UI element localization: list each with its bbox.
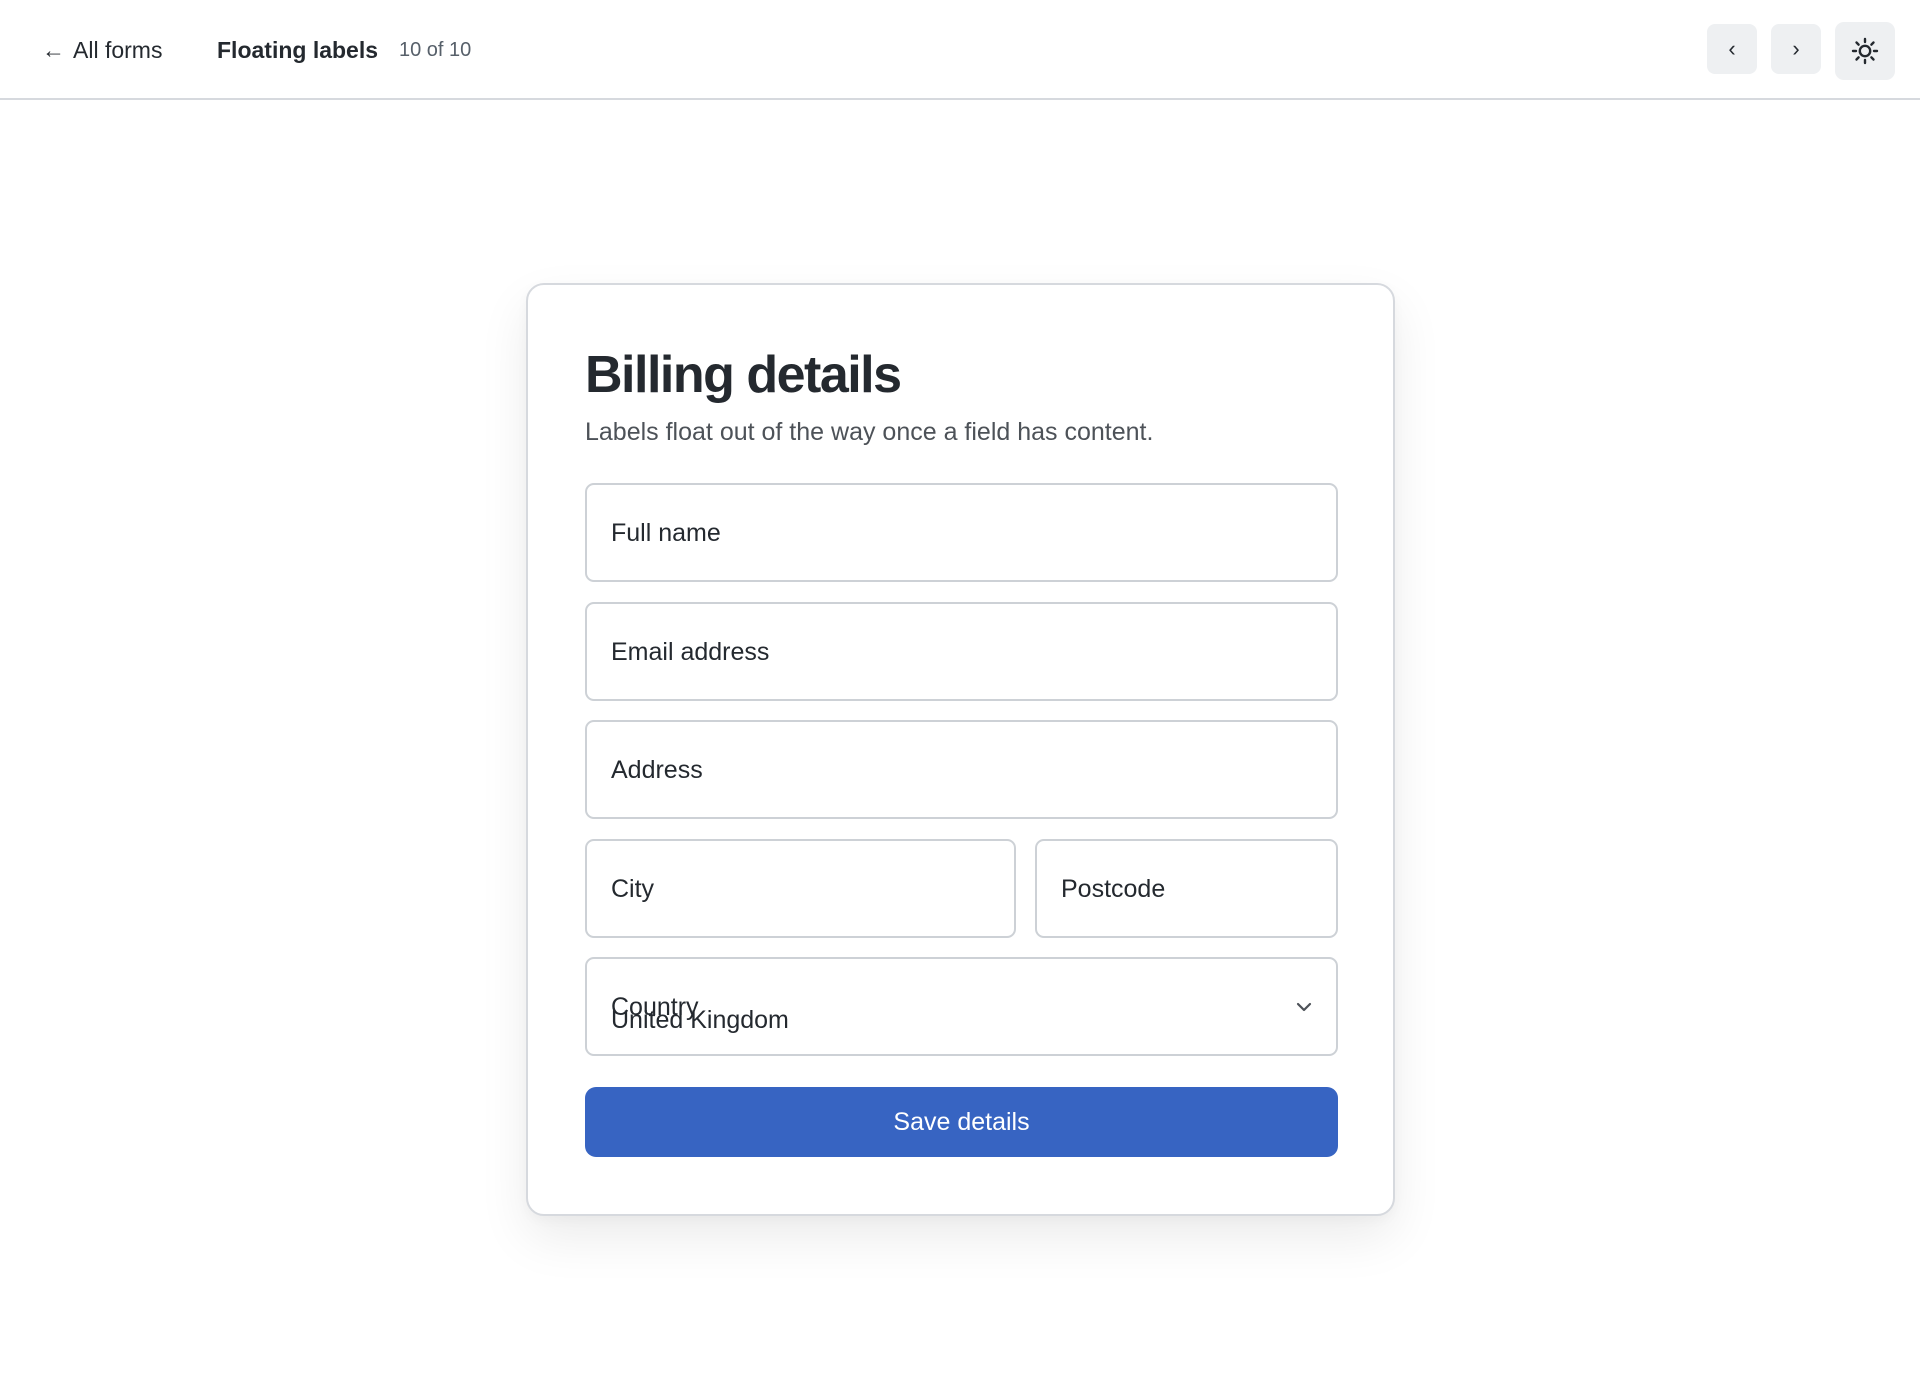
chevron-down-icon (1296, 1002, 1312, 1012)
card-subtitle: Labels float out of the way once a field… (585, 418, 1154, 446)
full-name-field[interactable]: Full name (585, 483, 1338, 582)
form-title: Floating labels (217, 37, 379, 63)
postcode-field[interactable]: Postcode (1035, 839, 1338, 938)
form-counter: 10 of 10 (399, 39, 472, 61)
email-label: Email address (611, 638, 770, 666)
theme-toggle-button[interactable] (1835, 22, 1895, 80)
arrow-left-icon: ← (42, 37, 65, 63)
chevron-left-icon: ‹ (1728, 36, 1736, 61)
top-bar: ← All forms Floating labels 10 of 10 ‹ › (0, 0, 1920, 100)
city-label: City (611, 875, 655, 903)
next-form-button[interactable]: › (1771, 24, 1821, 74)
previous-form-button[interactable]: ‹ (1707, 24, 1757, 74)
all-forms-link[interactable]: ← All forms (42, 34, 162, 66)
country-select[interactable]: Country United Kingdom (585, 957, 1338, 1056)
sun-icon (1851, 37, 1879, 65)
full-name-label: Full name (611, 519, 721, 547)
address-label: Address (611, 756, 703, 784)
save-details-button[interactable]: Save details (585, 1087, 1338, 1157)
email-field[interactable]: Email address (585, 602, 1338, 701)
address-field[interactable]: Address (585, 720, 1338, 819)
country-value: United Kingdom (611, 1006, 789, 1034)
city-field[interactable]: City (585, 839, 1016, 938)
postcode-label: Postcode (1061, 875, 1166, 903)
all-forms-label: All forms (73, 37, 163, 63)
billing-form-card: Billing details Labels float out of the … (526, 283, 1395, 1216)
card-title: Billing details (585, 346, 902, 404)
chevron-right-icon: › (1792, 36, 1800, 61)
